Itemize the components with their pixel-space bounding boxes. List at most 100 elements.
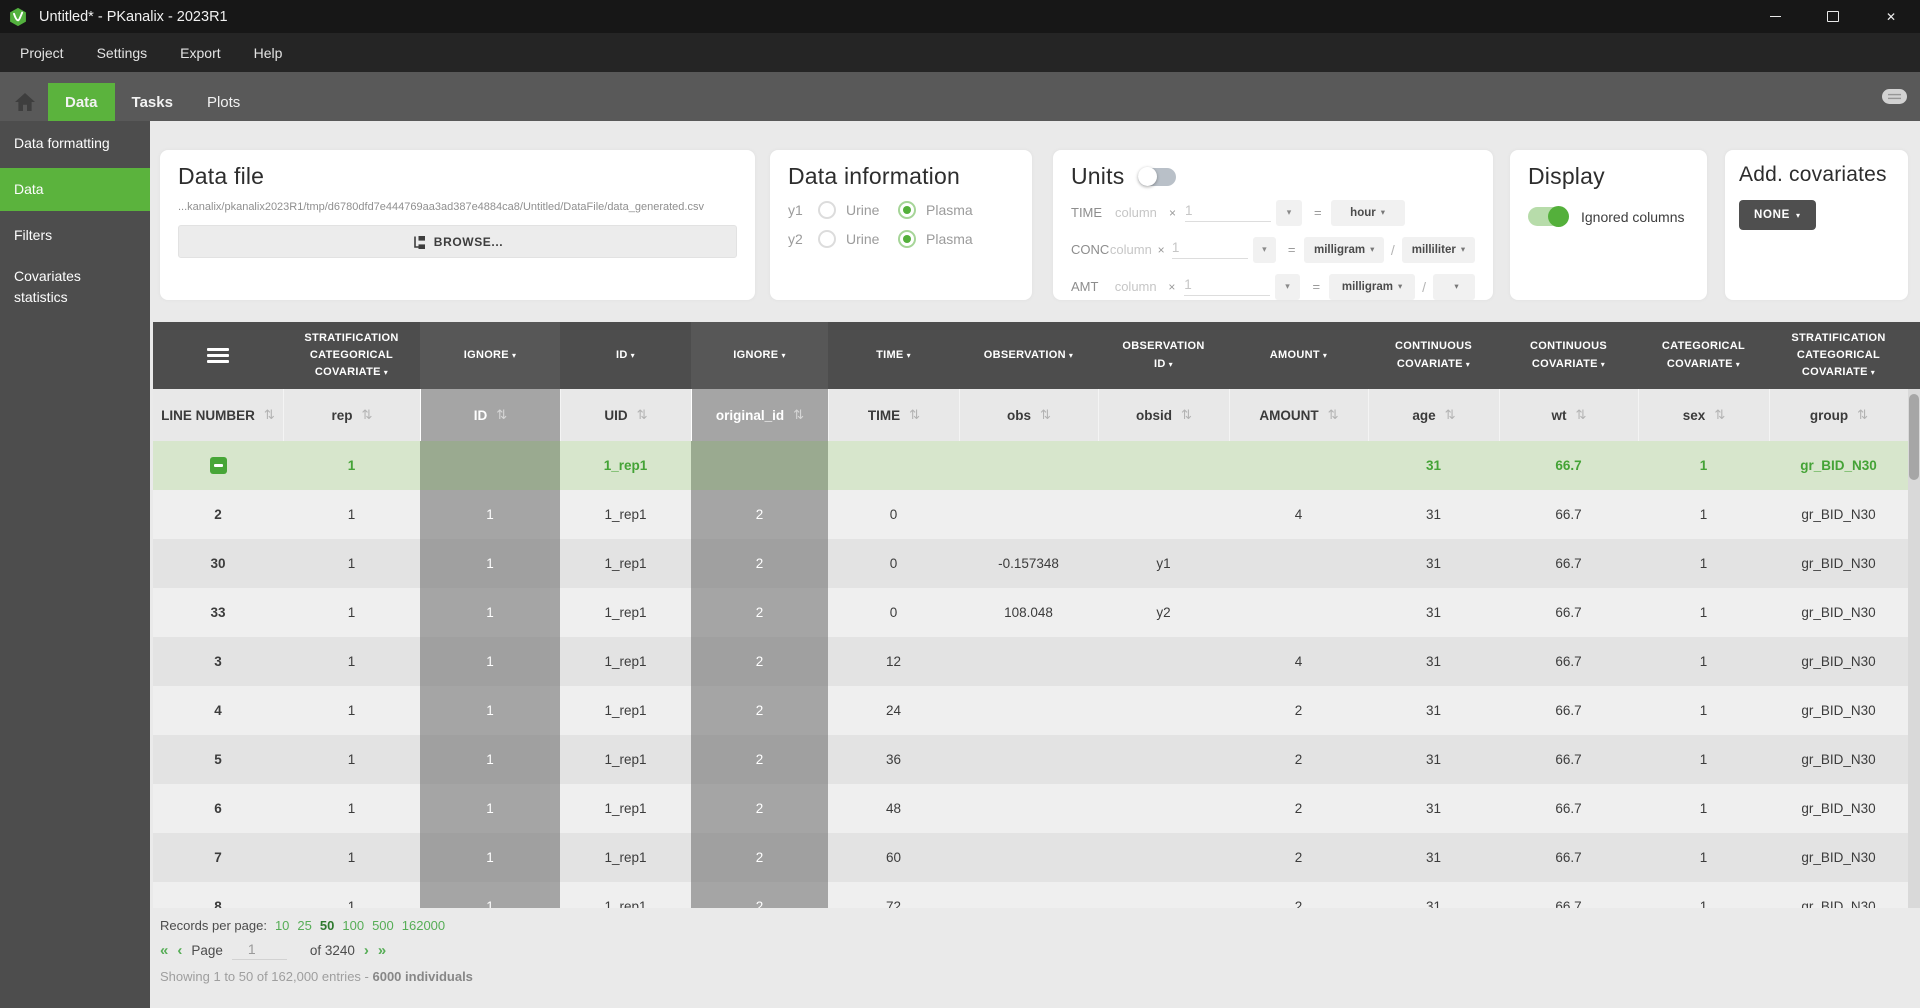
sort-icon[interactable]: ⇅ bbox=[1328, 407, 1339, 423]
sort-icon[interactable]: ⇅ bbox=[264, 407, 275, 423]
time-unit-dropdown[interactable]: hour▾ bbox=[1331, 200, 1405, 226]
menu-export[interactable]: Export bbox=[180, 45, 220, 61]
close-button[interactable]: ✕ bbox=[1862, 0, 1920, 33]
table-row[interactable]: 33111_rep120108.048y23166.71gr_BID_N30 bbox=[153, 588, 1908, 637]
sidebar-item-covariates-statistics[interactable]: Covariates statistics bbox=[0, 256, 150, 318]
records-option-10[interactable]: 10 bbox=[275, 918, 289, 933]
menu-project[interactable]: Project bbox=[20, 45, 64, 61]
none-dropdown-button[interactable]: NONE ▾ bbox=[1739, 200, 1816, 230]
table-row[interactable]: 4111_rep122423166.71gr_BID_N30 bbox=[153, 686, 1908, 735]
amt-mass-unit-dropdown[interactable]: milligram▾ bbox=[1329, 274, 1415, 300]
comment-icon[interactable] bbox=[1882, 89, 1907, 105]
browse-button[interactable]: BROWSE... bbox=[178, 225, 737, 258]
column-header-rep[interactable]: rep⇅ bbox=[283, 389, 420, 441]
conc-volume-unit-dropdown[interactable]: milliliter▾ bbox=[1402, 237, 1475, 263]
next-page-button[interactable]: › bbox=[364, 942, 369, 959]
tab-plots[interactable]: Plots bbox=[190, 83, 257, 121]
tab-tasks[interactable]: Tasks bbox=[115, 83, 190, 121]
table-row[interactable]: 7111_rep126023166.71gr_BID_N30 bbox=[153, 833, 1908, 882]
records-option-100[interactable]: 100 bbox=[342, 918, 364, 933]
sort-icon[interactable]: ⇅ bbox=[1857, 407, 1868, 423]
menu-help[interactable]: Help bbox=[254, 45, 283, 61]
sort-icon[interactable]: ⇅ bbox=[909, 407, 920, 423]
sidebar-item-filters[interactable]: Filters bbox=[0, 215, 150, 256]
page-input[interactable]: 1 bbox=[232, 941, 287, 960]
column-header-obsid[interactable]: obsid⇅ bbox=[1098, 389, 1229, 441]
column-dropdown-button[interactable]: ▾ bbox=[1275, 274, 1301, 300]
amt-volume-unit-dropdown[interactable]: ▾ bbox=[1433, 274, 1475, 300]
units-toggle[interactable] bbox=[1138, 168, 1176, 186]
last-page-button[interactable]: » bbox=[378, 942, 386, 959]
column-header-group[interactable]: group⇅ bbox=[1769, 389, 1908, 441]
records-option-500[interactable]: 500 bbox=[372, 918, 394, 933]
prev-page-button[interactable]: ‹ bbox=[177, 942, 182, 959]
column-type-header-id[interactable]: IGNORE▾ bbox=[420, 322, 560, 389]
column-header-sex[interactable]: sex⇅ bbox=[1638, 389, 1769, 441]
table-scrollbar[interactable] bbox=[1908, 389, 1920, 908]
sort-icon[interactable]: ⇅ bbox=[362, 407, 373, 423]
table-row[interactable]: 2111_rep12043166.71gr_BID_N30 bbox=[153, 490, 1908, 539]
column-header-original_id[interactable]: original_id⇅ bbox=[691, 389, 828, 441]
column-type-header-age[interactable]: CONTINUOUSCOVARIATE▾ bbox=[1368, 322, 1499, 389]
column-type-header-original_id[interactable]: IGNORE▾ bbox=[691, 322, 828, 389]
table-row[interactable]: 30111_rep120-0.157348y13166.71gr_BID_N30 bbox=[153, 539, 1908, 588]
column-header-line_number[interactable]: LINE NUMBER⇅ bbox=[153, 389, 283, 441]
sidebar-item-data[interactable]: Data bbox=[0, 168, 150, 211]
plasma-radio[interactable] bbox=[898, 230, 916, 248]
column-header-wt[interactable]: wt⇅ bbox=[1499, 389, 1638, 441]
first-page-button[interactable]: « bbox=[160, 942, 168, 959]
cell-group: gr_BID_N30 bbox=[1769, 735, 1908, 784]
ignored-columns-toggle[interactable] bbox=[1528, 207, 1568, 226]
column-header-age[interactable]: age⇅ bbox=[1368, 389, 1499, 441]
table-row[interactable]: 8111_rep127223166.71gr_BID_N30 bbox=[153, 882, 1908, 908]
sort-icon[interactable]: ⇅ bbox=[793, 407, 804, 423]
sort-icon[interactable]: ⇅ bbox=[1181, 407, 1192, 423]
column-header-id[interactable]: ID⇅ bbox=[420, 389, 560, 441]
time-factor-input[interactable]: 1 bbox=[1185, 203, 1271, 222]
conc-factor-input[interactable]: 1 bbox=[1172, 240, 1248, 259]
cell-original_id: 2 bbox=[691, 735, 828, 784]
column-type-header-obs[interactable]: OBSERVATION▾ bbox=[959, 322, 1098, 389]
table-menu-icon[interactable] bbox=[153, 322, 283, 389]
sort-icon[interactable]: ⇅ bbox=[1714, 407, 1725, 423]
records-option-50[interactable]: 50 bbox=[320, 918, 334, 933]
maximize-button[interactable] bbox=[1804, 0, 1862, 33]
column-dropdown-button[interactable]: ▾ bbox=[1253, 237, 1276, 263]
collapse-row-icon[interactable] bbox=[210, 457, 227, 474]
column-type-header-uid[interactable]: ID▾ bbox=[560, 322, 691, 389]
column-header-obs[interactable]: obs⇅ bbox=[959, 389, 1098, 441]
table-row[interactable]: 5111_rep123623166.71gr_BID_N30 bbox=[153, 735, 1908, 784]
plasma-radio[interactable] bbox=[898, 201, 916, 219]
minimize-button[interactable] bbox=[1746, 0, 1804, 33]
table-row[interactable]: 6111_rep124823166.71gr_BID_N30 bbox=[153, 784, 1908, 833]
sort-icon[interactable]: ⇅ bbox=[1576, 407, 1587, 423]
records-option-162000[interactable]: 162000 bbox=[402, 918, 445, 933]
table-row[interactable]: 3111_rep121243166.71gr_BID_N30 bbox=[153, 637, 1908, 686]
conc-mass-unit-dropdown[interactable]: milligram▾ bbox=[1304, 237, 1383, 263]
table-row[interactable]: 11_rep13166.71gr_BID_N30 bbox=[153, 441, 1908, 490]
tab-data[interactable]: Data bbox=[48, 83, 115, 121]
column-header-time[interactable]: TIME⇅ bbox=[828, 389, 959, 441]
column-type-header-amount[interactable]: AMOUNT▾ bbox=[1229, 322, 1368, 389]
column-header-uid[interactable]: UID⇅ bbox=[560, 389, 691, 441]
records-option-25[interactable]: 25 bbox=[297, 918, 311, 933]
column-type-header-time[interactable]: TIME▾ bbox=[828, 322, 959, 389]
column-type-header-rep[interactable]: STRATIFICATIONCATEGORICALCOVARIATE▾ bbox=[283, 322, 420, 389]
column-header-amount[interactable]: AMOUNT⇅ bbox=[1229, 389, 1368, 441]
column-type-header-wt[interactable]: CONTINUOUSCOVARIATE▾ bbox=[1499, 322, 1638, 389]
column-type-header-group[interactable]: STRATIFICATIONCATEGORICALCOVARIATE▾ bbox=[1769, 322, 1908, 389]
column-dropdown-button[interactable]: ▾ bbox=[1276, 200, 1302, 226]
urine-radio[interactable] bbox=[818, 230, 836, 248]
scrollbar-thumb[interactable] bbox=[1909, 394, 1919, 480]
menu-settings[interactable]: Settings bbox=[97, 45, 148, 61]
sort-icon[interactable]: ⇅ bbox=[637, 407, 648, 423]
urine-radio[interactable] bbox=[818, 201, 836, 219]
sort-icon[interactable]: ⇅ bbox=[1445, 407, 1456, 423]
column-type-header-obsid[interactable]: OBSERVATIONID▾ bbox=[1098, 322, 1229, 389]
sort-icon[interactable]: ⇅ bbox=[496, 407, 507, 423]
home-icon[interactable] bbox=[15, 93, 35, 111]
column-type-header-sex[interactable]: CATEGORICALCOVARIATE▾ bbox=[1638, 322, 1769, 389]
sort-icon[interactable]: ⇅ bbox=[1040, 407, 1051, 423]
amt-factor-input[interactable]: 1 bbox=[1184, 277, 1269, 296]
sidebar-item-data-formatting[interactable]: Data formatting bbox=[0, 121, 150, 164]
